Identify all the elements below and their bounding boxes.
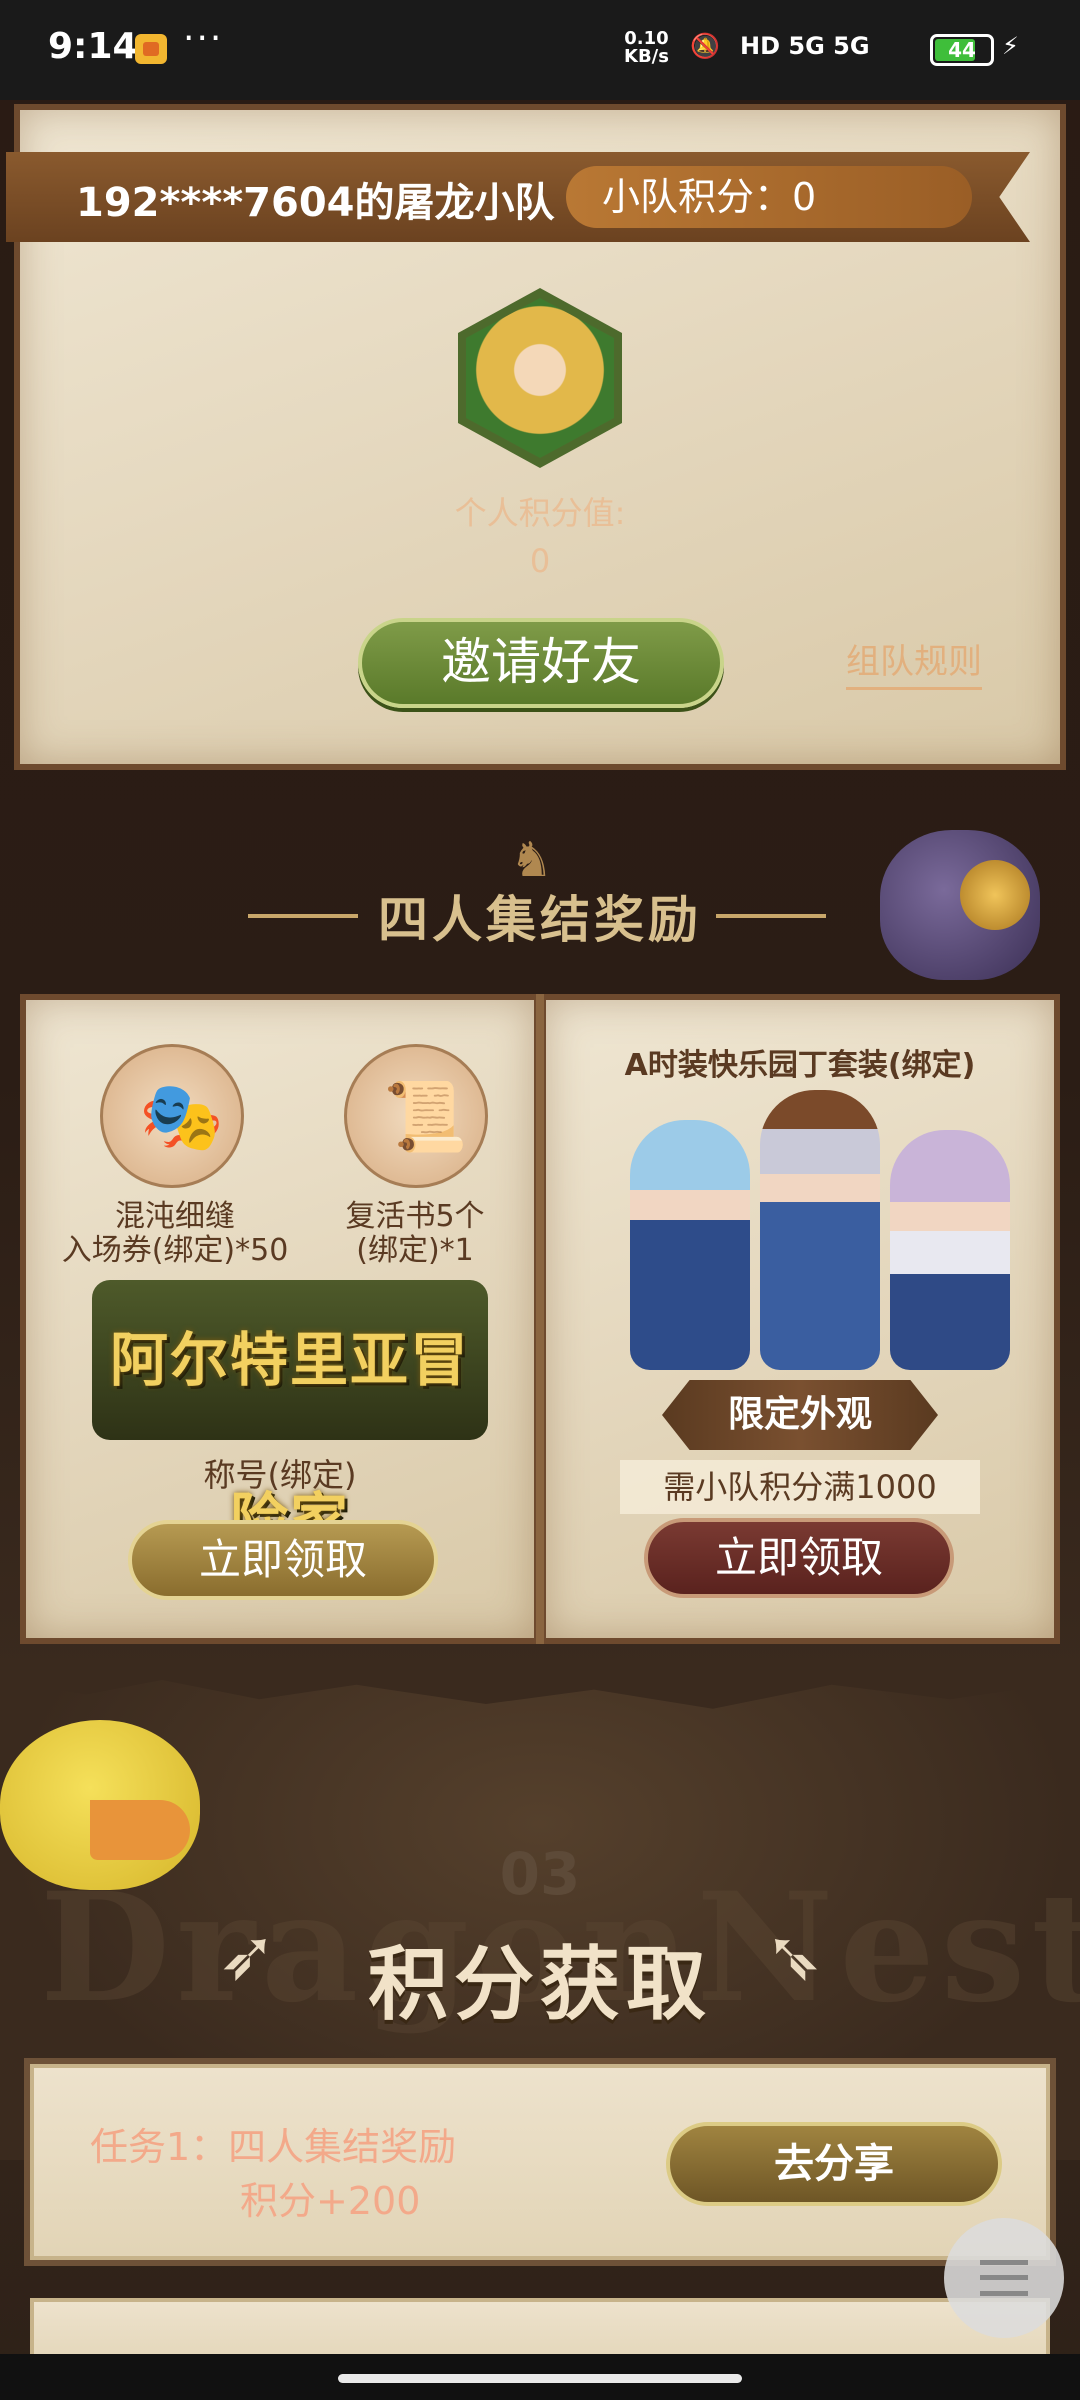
invite-friends-button[interactable]: 邀请好友 xyxy=(358,618,724,708)
team-rules-link[interactable]: 组队规则 xyxy=(846,634,982,690)
revive-book-icon: 📜 xyxy=(383,1078,468,1157)
character-2 xyxy=(760,1090,880,1370)
reward-item-1-name: 混沌细缝 xyxy=(115,1199,235,1234)
claim-button-right[interactable]: 立即领取 xyxy=(644,1518,954,1598)
requirement-text: 需小队积分满1000 xyxy=(620,1460,980,1514)
battery-icon: 44 xyxy=(930,34,994,66)
reward-item-2-label: 复活书5个 (绑定)*1 xyxy=(300,1200,530,1268)
task-1-points: 积分+200 xyxy=(240,2179,421,2223)
reward-item-1-detail: 入场券(绑定)*50 xyxy=(61,1233,289,1268)
mask-icon: 🎭 xyxy=(139,1078,224,1157)
title-divider-right xyxy=(716,914,826,918)
status-time: 9:14 xyxy=(48,26,138,67)
personal-score-value: 0 xyxy=(529,542,551,580)
personal-score-label: 个人积分值: xyxy=(454,494,626,532)
limited-appearance-badge: 限定外观 xyxy=(662,1380,938,1450)
claim-button-left[interactable]: 立即领取 xyxy=(128,1520,438,1600)
section-number: 03 xyxy=(499,1840,581,1908)
app-notification-icon xyxy=(135,34,167,64)
reward-item-2: 📜 xyxy=(344,1044,488,1188)
task-1-title: 任务1：四人集结奖励 xyxy=(90,2125,457,2169)
wing-right-icon: ➶ xyxy=(764,1914,823,1996)
app-root: 9:14 ··· 0.10 KB/s 🔕 HD 5G 5G 44 ⚡ 192**… xyxy=(0,0,1080,2400)
status-bar: 9:14 ··· 0.10 KB/s 🔕 HD 5G 5G 44 ⚡ xyxy=(0,0,1080,100)
network-speed: 0.10 KB/s xyxy=(624,30,669,66)
mute-icon: 🔕 xyxy=(690,32,720,60)
battery-level: 44 xyxy=(948,38,976,62)
go-share-button[interactable]: 去分享 xyxy=(666,2122,1002,2206)
signal-icons: HD 5G 5G xyxy=(740,32,870,60)
book-spine xyxy=(536,994,544,1644)
reward-item-2-name: 复活书5个 xyxy=(345,1199,485,1234)
title-badge-logo: 阿尔特里亚冒险家 xyxy=(92,1280,488,1554)
menu-icon xyxy=(980,2260,1028,2296)
costume-title: A时装快乐园丁套装(绑定) xyxy=(624,1048,976,1083)
team-score: 小队积分：0 xyxy=(566,166,972,228)
more-dots-icon: ··· xyxy=(183,18,224,59)
home-gesture-handle[interactable] xyxy=(338,2374,742,2383)
team-name: 192****7604的屠龙小队 xyxy=(76,180,555,226)
reward-item-1: 🎭 xyxy=(100,1044,244,1188)
character-1 xyxy=(630,1120,750,1370)
points-section-title: 积分获取 xyxy=(368,1938,712,2031)
charging-icon: ⚡ xyxy=(1002,32,1019,60)
reward-item-2-detail: (绑定)*1 xyxy=(356,1233,474,1268)
character-3 xyxy=(890,1130,1010,1370)
reward-item-1-label: 混沌细缝 入场券(绑定)*50 xyxy=(50,1200,300,1268)
gold-coin-icon xyxy=(960,860,1030,930)
speed-unit: KB/s xyxy=(624,46,669,67)
floating-menu-button[interactable] xyxy=(944,2218,1064,2338)
title-reward-label: 称号(绑定) xyxy=(203,1456,357,1494)
costume-characters-image xyxy=(620,1080,1040,1370)
